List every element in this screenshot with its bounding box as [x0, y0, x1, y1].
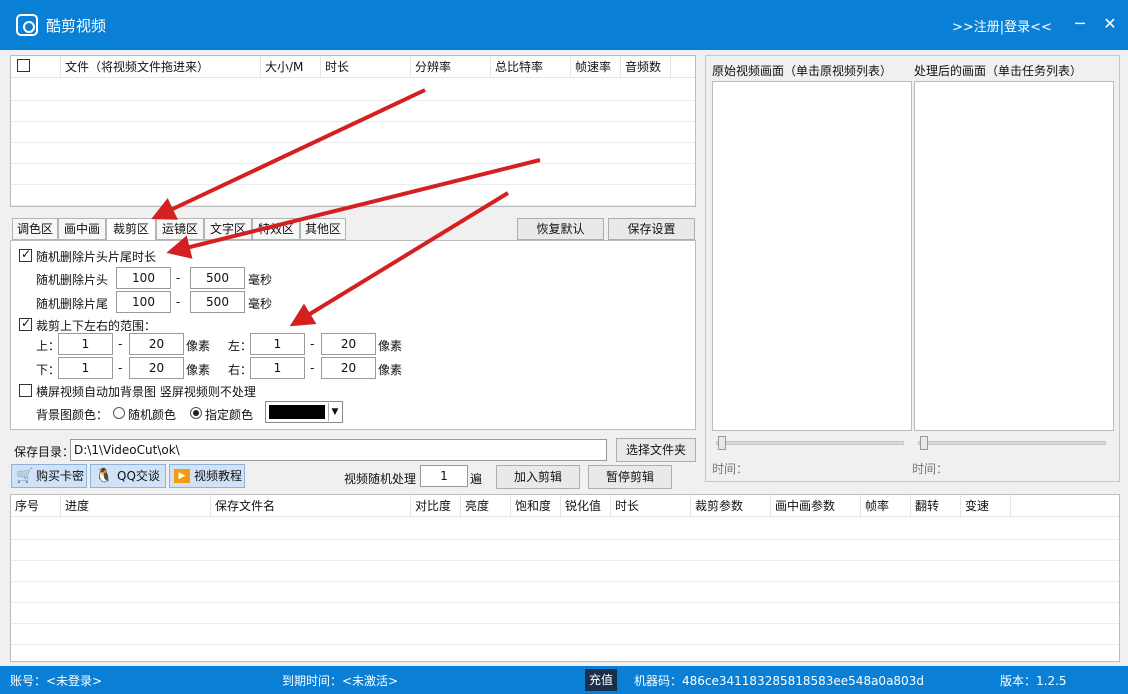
annotation-arrows — [151, 88, 541, 327]
arrow-to-crop-tab — [151, 88, 426, 220]
